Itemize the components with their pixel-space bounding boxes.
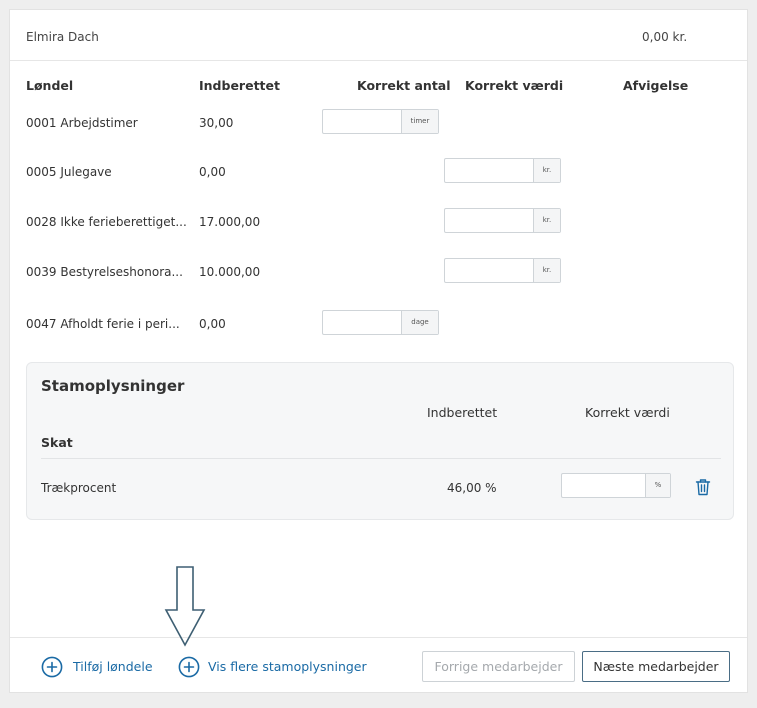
unit-label: kr. — [533, 159, 560, 182]
down-arrow-icon — [164, 566, 206, 647]
prev-employee-button[interactable]: Forrige medarbejder — [422, 651, 575, 682]
traekprocent-input[interactable]: % — [561, 473, 671, 498]
unit-label: timer — [401, 110, 438, 133]
footer-divider — [10, 637, 747, 638]
row-name: 0005 Julegave — [26, 165, 112, 179]
row-value: 10.000,00 — [199, 265, 261, 279]
korrekt-vaerdi-input[interactable]: kr. — [444, 158, 561, 183]
add-loendele-link[interactable]: Tilføj løndele — [73, 659, 153, 674]
stamo-row-value: 46,00 % — [447, 481, 497, 495]
row-name: 0039 Bestyrelseshonora... — [26, 265, 183, 279]
unit-label: kr. — [533, 259, 560, 282]
stamo-row-name: Trækprocent — [41, 481, 117, 495]
korrekt-vaerdi-input[interactable]: kr. — [444, 208, 561, 233]
row-value: 30,00 — [199, 116, 234, 130]
stamo-col-korrekt-vaerdi: Korrekt værdi — [585, 405, 670, 420]
plus-circle-icon[interactable] — [178, 656, 200, 678]
korrekt-antal-input[interactable]: timer — [322, 109, 439, 134]
employee-total: 0,00 kr. — [642, 30, 688, 44]
vis-flere-stamoplysninger-link[interactable]: Vis flere stamoplysninger — [208, 659, 367, 674]
employee-name: Elmira Dach — [26, 30, 99, 44]
row-value: 0,00 — [199, 317, 226, 331]
col-header-loendel: Løndel — [26, 78, 74, 93]
col-header-korrekt-vaerdi: Korrekt værdi — [465, 78, 564, 93]
trash-icon[interactable] — [695, 478, 711, 496]
korrekt-antal-input[interactable]: dage — [322, 310, 439, 335]
stamoplysninger-panel: Stamoplysninger Indberettet Korrekt værd… — [26, 362, 734, 520]
col-header-indberettet: Indberettet — [199, 78, 280, 93]
stamoplysninger-title: Stamoplysninger — [41, 377, 185, 395]
stamo-divider — [41, 458, 721, 459]
col-header-korrekt-antal: Korrekt antal — [357, 78, 451, 93]
employee-card: Elmira Dach 0,00 kr. Løndel Indberettet … — [9, 9, 748, 693]
row-value: 0,00 — [199, 165, 226, 179]
unit-label: kr. — [533, 209, 560, 232]
row-name: 0001 Arbejdstimer — [26, 116, 138, 130]
next-employee-button[interactable]: Næste medarbejder — [582, 651, 730, 682]
unit-label: % — [645, 474, 670, 497]
stamo-col-indberettet: Indberettet — [427, 405, 498, 420]
unit-label: dage — [401, 311, 438, 334]
stamo-group-skat: Skat — [41, 435, 73, 450]
col-header-afvigelse: Afvigelse — [623, 78, 689, 93]
row-name: 0028 Ikke ferieberettiget... — [26, 215, 187, 229]
row-value: 17.000,00 — [199, 215, 261, 229]
header-divider — [10, 60, 747, 61]
row-name: 0047 Afholdt ferie i peri... — [26, 317, 180, 331]
korrekt-vaerdi-input[interactable]: kr. — [444, 258, 561, 283]
plus-circle-icon[interactable] — [41, 656, 63, 678]
